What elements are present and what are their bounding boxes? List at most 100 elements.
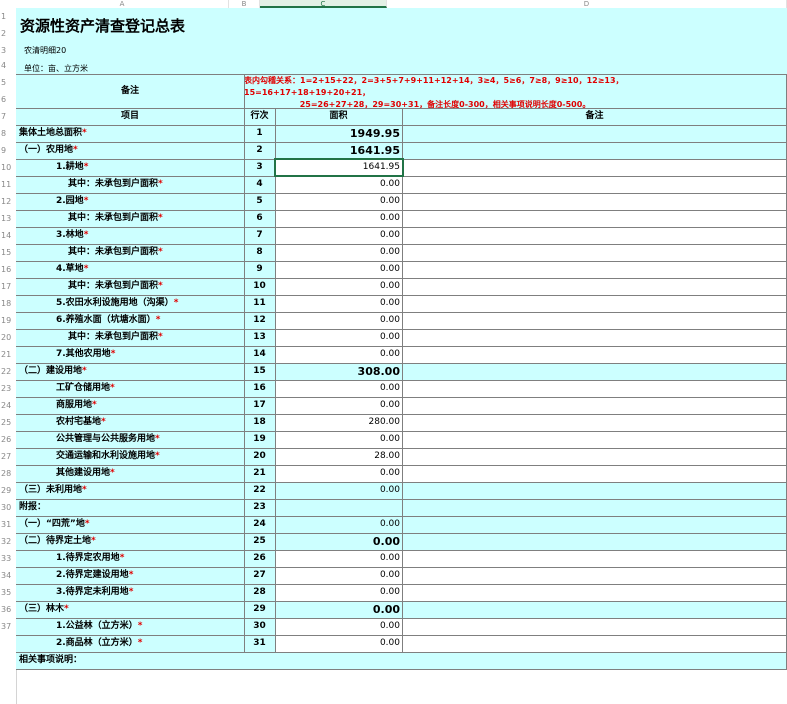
remark-input[interactable] [402,312,787,329]
area-input[interactable]: 0.00 [275,431,402,448]
remark-input[interactable] [402,516,787,533]
remark-input[interactable] [402,176,787,193]
remark-input[interactable] [402,125,787,142]
area-input[interactable]: 280.00 [275,414,402,431]
row-number[interactable]: 22 [0,363,15,380]
remark-input[interactable] [402,210,787,227]
row-number[interactable]: 11 [0,176,15,193]
remark-input[interactable] [402,142,787,159]
area-input[interactable]: 0.00 [275,329,402,346]
row-number[interactable]: 36 [0,601,15,618]
row-number[interactable]: 19 [0,312,15,329]
area-input[interactable]: 0.00 [275,312,402,329]
area-input[interactable]: 0.00 [275,635,402,652]
area-input[interactable]: 0.00 [275,567,402,584]
remark-input[interactable] [402,482,787,499]
row-number[interactable]: 34 [0,567,15,584]
row-number[interactable]: 14 [0,227,15,244]
row-number[interactable]: 7 [0,108,15,125]
row-number[interactable]: 21 [0,346,15,363]
remark-input[interactable] [402,346,787,363]
remark-input[interactable] [402,635,787,652]
remark-input[interactable] [402,295,787,312]
area-input[interactable]: 0.00 [275,193,402,210]
remark-input[interactable] [402,431,787,448]
row-number[interactable]: 5 [0,74,15,91]
area-input[interactable]: 0.00 [275,601,402,618]
remark-input[interactable] [402,584,787,601]
area-input[interactable]: 0.00 [275,482,402,499]
column-header-c[interactable]: C [260,0,387,8]
row-number[interactable]: 18 [0,295,15,312]
remark-input[interactable] [402,380,787,397]
area-input[interactable]: 0.00 [275,380,402,397]
row-number[interactable]: 32 [0,533,15,550]
row-number[interactable]: 9 [0,142,15,159]
area-input[interactable]: 0.00 [275,295,402,312]
area-input[interactable]: 0.00 [275,465,402,482]
row-number[interactable]: 20 [0,329,15,346]
row-number[interactable]: 16 [0,261,15,278]
remark-input[interactable] [402,193,787,210]
area-input[interactable]: 0.00 [275,227,402,244]
row-number[interactable]: 12 [0,193,15,210]
row-number[interactable]: 8 [0,125,15,142]
remark-input[interactable] [402,618,787,635]
area-input[interactable]: 308.00 [275,363,402,380]
row-number[interactable]: 24 [0,397,15,414]
remark-input[interactable] [402,414,787,431]
area-input[interactable]: 0.00 [275,261,402,278]
remark-input[interactable] [402,550,787,567]
row-number[interactable]: 2 [0,25,15,42]
row-number[interactable]: 27 [0,448,15,465]
remark-input[interactable] [402,601,787,618]
area-input[interactable]: 0.00 [275,516,402,533]
row-number[interactable]: 10 [0,159,15,176]
column-header-b[interactable]: B [229,0,260,8]
row-number[interactable]: 1 [0,8,15,25]
row-number[interactable]: 6 [0,91,15,108]
row-number[interactable]: 29 [0,482,15,499]
row-number[interactable]: 13 [0,210,15,227]
remark-input[interactable] [402,244,787,261]
row-number[interactable]: 30 [0,499,15,516]
row-number[interactable]: 4 [0,57,15,74]
row-number[interactable]: 37 [0,618,15,635]
column-header-a[interactable]: A [16,0,229,8]
remark-input[interactable] [402,448,787,465]
remark-input[interactable] [402,397,787,414]
row-number[interactable]: 31 [0,516,15,533]
area-input[interactable]: 0.00 [275,533,402,550]
remark-input[interactable] [402,278,787,295]
row-number[interactable]: 28 [0,465,15,482]
remark-input[interactable] [402,499,787,516]
remark-input[interactable] [402,159,787,176]
row-number[interactable]: 35 [0,584,15,601]
remark-input[interactable] [402,261,787,278]
row-number[interactable]: 25 [0,414,15,431]
area-input[interactable]: 1641.95 [275,142,402,159]
area-input[interactable]: 1949.95 [275,125,402,142]
area-input[interactable]: 0.00 [275,210,402,227]
area-input[interactable]: 0.00 [275,550,402,567]
remark-input[interactable] [402,329,787,346]
row-number[interactable]: 17 [0,278,15,295]
area-input[interactable]: 0.00 [275,346,402,363]
area-input[interactable]: 0.00 [275,584,402,601]
area-input[interactable]: 0.00 [275,244,402,261]
remark-input[interactable] [402,465,787,482]
selected-cell[interactable] [274,158,404,177]
remark-input[interactable] [402,227,787,244]
remark-input[interactable] [402,567,787,584]
row-number[interactable]: 15 [0,244,15,261]
area-input[interactable]: 0.00 [275,397,402,414]
area-input[interactable]: 0.00 [275,618,402,635]
row-number[interactable]: 26 [0,431,15,448]
column-header-d[interactable]: D [387,0,787,8]
remark-input[interactable] [402,363,787,380]
row-number[interactable]: 23 [0,380,15,397]
area-input[interactable]: 0.00 [275,278,402,295]
area-input[interactable]: 0.00 [275,176,402,193]
row-number[interactable]: 33 [0,550,15,567]
area-input[interactable]: 28.00 [275,448,402,465]
